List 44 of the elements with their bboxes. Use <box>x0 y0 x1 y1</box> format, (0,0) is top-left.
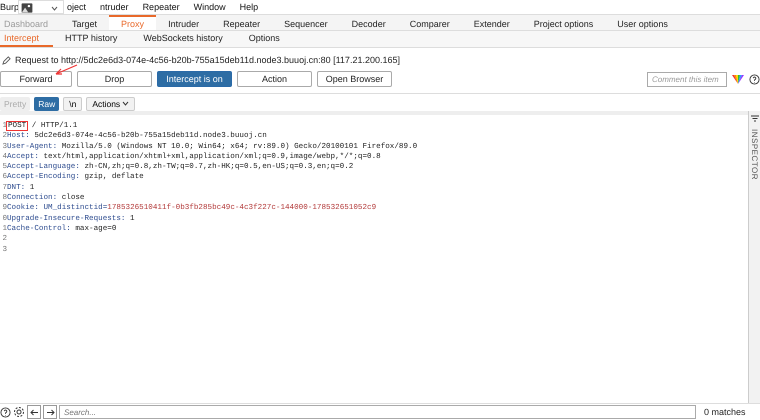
toolbar-button[interactable]: Drop <box>77 71 152 87</box>
tab[interactable]: Comparer <box>398 15 462 30</box>
tab[interactable]: WebSockets history <box>139 31 237 47</box>
help-icon[interactable] <box>749 74 760 84</box>
pencil-icon <box>2 56 11 64</box>
menu-item[interactable]: Window <box>194 2 226 12</box>
match-count: 0 matches <box>703 407 747 417</box>
forward-arrow-button[interactable] <box>43 405 57 419</box>
caret-icon <box>122 101 130 106</box>
tab[interactable]: Extender <box>462 15 522 30</box>
toolbar-button[interactable]: Intercept is on <box>157 71 232 87</box>
tab[interactable]: Options <box>244 31 294 47</box>
menu-item[interactable]: oject <box>67 2 86 12</box>
back-arrow-button[interactable] <box>27 405 41 419</box>
tab[interactable]: User options <box>605 15 680 30</box>
left-arrow-icon <box>30 408 38 416</box>
tab[interactable]: Intruder <box>156 15 212 30</box>
tab[interactable]: HTTP history <box>61 31 132 47</box>
tab[interactable]: Sequencer <box>272 15 340 30</box>
tab[interactable]: Project options <box>522 15 606 30</box>
menu-item[interactable]: Help <box>240 2 258 12</box>
view-tab[interactable]: Raw <box>34 96 60 110</box>
annotation-arrow <box>54 64 78 76</box>
comment-field[interactable]: Comment this item <box>647 72 727 86</box>
toolbar-button[interactable]: Action <box>237 71 312 87</box>
caret-icon <box>51 6 58 11</box>
filter-icon[interactable] <box>750 115 758 122</box>
newline-toggle[interactable]: \n <box>63 96 82 110</box>
menu-item[interactable]: Repeater <box>142 2 180 12</box>
settings-icon[interactable] <box>13 406 25 418</box>
toolbar-button[interactable]: Forward <box>0 71 72 87</box>
help-icon[interactable] <box>0 406 11 418</box>
request-info: Request to http://5dc2e6d3-074e-4c56-b20b-755a15deb11d.node3.buuoj.cn:80 [117.21.200.165] <box>15 55 400 65</box>
tab[interactable]: Decoder <box>340 15 398 30</box>
color-fan-icon[interactable] <box>732 74 744 84</box>
actions-menu[interactable]: Actions <box>86 96 136 110</box>
toolbar-button[interactable]: Open Browser <box>317 71 392 87</box>
tab[interactable]: Repeater <box>211 15 272 30</box>
menu-item[interactable]: ntruder <box>100 2 129 12</box>
menu-item[interactable]: Burp <box>0 2 20 12</box>
search-field[interactable]: Search... <box>59 405 696 419</box>
tab[interactable]: Target <box>60 15 110 30</box>
right-arrow-icon <box>46 408 54 416</box>
inspector-label[interactable]: INSPECTOR <box>750 128 759 180</box>
